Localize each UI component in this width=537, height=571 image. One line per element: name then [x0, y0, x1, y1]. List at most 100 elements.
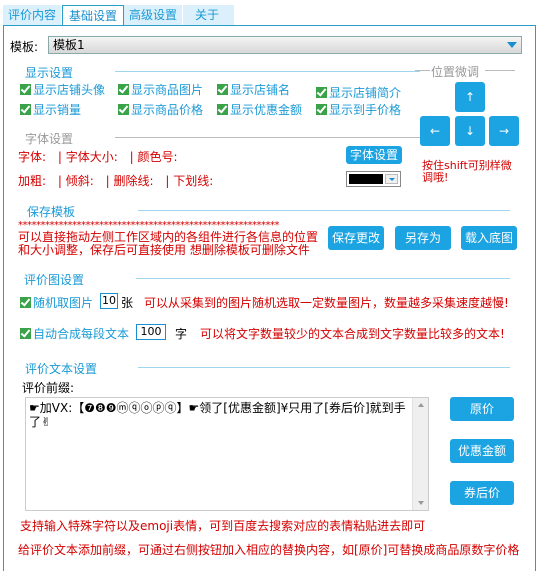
- checkbox-show-discount[interactable]: 显示优惠金额: [217, 101, 302, 118]
- checkbox-checked-icon: [217, 84, 228, 95]
- checkbox-show-shop-avatar[interactable]: 显示店铺头像: [20, 81, 105, 98]
- save-as-button[interactable]: 另存为: [395, 226, 451, 250]
- separator: |: [57, 150, 62, 164]
- insert-final-price-button[interactable]: 券后价: [450, 481, 514, 505]
- color-swatch: [349, 174, 383, 184]
- checkbox-random-images[interactable]: 随机取图片: [20, 294, 93, 311]
- move-up-button[interactable]: ↑: [455, 82, 485, 112]
- emoji-support-hint: 支持输入特殊字符以及emoji表情，可到百度去搜索对应的表情粘贴进去即可: [20, 519, 426, 533]
- checkbox-show-shop-name[interactable]: 显示店铺名: [217, 81, 290, 98]
- strikethrough-label: 删除线:: [113, 174, 154, 188]
- unit-label: 字: [175, 327, 188, 341]
- italic-label: 倾斜:: [65, 174, 94, 188]
- separator: |: [129, 150, 134, 164]
- checkbox-label: 随机取图片: [33, 296, 94, 310]
- prefix-text: ☛加VX:【❼❽❾ⓜⓠⓞⓟⓠ】☛领了[优惠金额]¥只用了[券后价]就到手了✌: [29, 401, 406, 429]
- tab-review-content[interactable]: 评价内容: [3, 5, 63, 25]
- checkbox-merge-text[interactable]: 自动合成每段文本: [20, 325, 129, 342]
- checkbox-checked-icon: [217, 104, 228, 115]
- move-left-button[interactable]: ←: [420, 116, 450, 146]
- stars-separator: ****************************************…: [18, 220, 280, 231]
- color-code-label: 颜色号:: [137, 150, 178, 164]
- checkbox-label: 显示销量: [33, 103, 82, 117]
- checkbox-label: 显示店铺简介: [329, 86, 402, 100]
- tab-about[interactable]: 关于: [183, 5, 236, 25]
- checkbox-checked-icon: [20, 84, 31, 95]
- move-down-button[interactable]: ↓: [455, 116, 485, 146]
- insert-discount-amount-button[interactable]: 优惠金额: [450, 439, 514, 463]
- checkbox-show-shop-intro[interactable]: 显示店铺简介: [316, 84, 401, 101]
- save-changes-button[interactable]: 保存更改: [328, 226, 384, 250]
- position-adjust-title: 位置微调: [431, 65, 480, 79]
- random-images-hint: 可以从采集到的图片随机选取一定数量图片，数量越多采集速度越慢!: [144, 296, 509, 310]
- chevron-down-icon: [507, 42, 517, 48]
- bold-label: 加粗:: [18, 174, 47, 188]
- arrow-left-icon: ←: [429, 124, 441, 138]
- display-settings-title: 显示设置: [25, 66, 74, 80]
- random-image-count-input[interactable]: 10: [100, 293, 118, 309]
- checkbox-label: 显示到手价格: [329, 103, 402, 117]
- arrow-up-icon: ↑: [464, 90, 476, 104]
- insert-original-price-button[interactable]: 原价: [450, 397, 514, 421]
- font-settings-button[interactable]: 字体设置: [346, 146, 402, 164]
- text-settings-title: 评价文本设置: [25, 362, 98, 376]
- checkbox-checked-icon: [20, 104, 31, 115]
- load-background-button[interactable]: 载入底图: [461, 226, 517, 250]
- scroll-up-icon: [418, 403, 424, 407]
- template-select[interactable]: 模板1: [48, 36, 522, 54]
- arrow-right-icon: →: [498, 124, 510, 138]
- checkbox-checked-icon: [118, 84, 129, 95]
- template-select-value: 模板1: [53, 38, 85, 52]
- textarea-scrollbar[interactable]: [412, 398, 428, 510]
- prefix-usage-hint: 给评价文本添加前缀，可通过右侧按钮加入相应的替换内容，如[原价]可替换成商品原数…: [18, 543, 520, 557]
- checkbox-show-product-image[interactable]: 显示商品图片: [118, 81, 203, 98]
- checkbox-show-product-price[interactable]: 显示商品价格: [118, 101, 203, 118]
- divider: [485, 70, 515, 71]
- font-info-row-2: 加粗: | 倾斜: | 删除线: | 下划线:: [18, 172, 213, 189]
- separator: |: [105, 174, 110, 188]
- merge-text-hint: 可以将文字数量较少的文本合成到文字数量比较多的文本!: [200, 327, 505, 341]
- checkbox-checked-icon: [316, 87, 327, 98]
- divider: [415, 70, 430, 71]
- checkbox-show-sales[interactable]: 显示销量: [20, 101, 81, 118]
- divider: [115, 71, 420, 72]
- divider: [136, 278, 510, 279]
- prefix-textarea[interactable]: ☛加VX:【❼❽❾ⓜⓠⓞⓟⓠ】☛领了[优惠金额]¥只用了[券后价]就到手了✌: [25, 397, 429, 511]
- tab-about-label: 关于: [195, 8, 220, 22]
- font-label: 字体:: [18, 150, 47, 164]
- prefix-label: 评价前缀:: [22, 381, 75, 395]
- font-info-row-1: 字体: | 字体大小: | 颜色号:: [18, 148, 178, 165]
- image-settings-title: 评价图设置: [24, 273, 85, 287]
- checkbox-show-final-price[interactable]: 显示到手价格: [316, 101, 401, 118]
- arrow-down-icon: ↓: [464, 124, 476, 138]
- move-right-button[interactable]: →: [489, 116, 519, 146]
- divider: [138, 210, 510, 211]
- unit-label: 张: [121, 296, 134, 310]
- underline-label: 下划线:: [173, 174, 214, 188]
- divider: [115, 137, 420, 138]
- chevron-down-icon: [385, 174, 398, 184]
- checkbox-checked-icon: [316, 104, 327, 115]
- separator: |: [57, 174, 62, 188]
- separator: |: [165, 174, 170, 188]
- checkbox-label: 显示商品价格: [131, 103, 204, 117]
- divider: [138, 367, 510, 368]
- merge-text-length-input[interactable]: 100: [136, 324, 166, 340]
- checkbox-label: 显示店铺名: [230, 83, 291, 97]
- font-size-label: 字体大小:: [65, 150, 118, 164]
- save-template-title: 保存模板: [27, 205, 76, 219]
- template-label: 模板:: [10, 40, 39, 54]
- checkbox-label: 自动合成每段文本: [33, 327, 130, 341]
- tab-basic-settings[interactable]: 基础设置: [62, 5, 125, 26]
- position-adjust-hint: 按住shift可别样微调哦!: [422, 159, 512, 184]
- font-settings-title: 字体设置: [25, 132, 74, 146]
- checkbox-label: 显示商品图片: [131, 83, 204, 97]
- color-picker[interactable]: [346, 171, 401, 187]
- scroll-down-icon: [418, 501, 424, 505]
- tab-advanced-settings[interactable]: 高级设置: [124, 5, 184, 25]
- checkbox-label: 显示店铺头像: [33, 83, 106, 97]
- tab-bar: 评价内容 基础设置 高级设置 关于: [3, 5, 236, 26]
- checkbox-label: 显示优惠金额: [230, 103, 303, 117]
- checkbox-checked-icon: [20, 297, 31, 308]
- checkbox-checked-icon: [118, 104, 129, 115]
